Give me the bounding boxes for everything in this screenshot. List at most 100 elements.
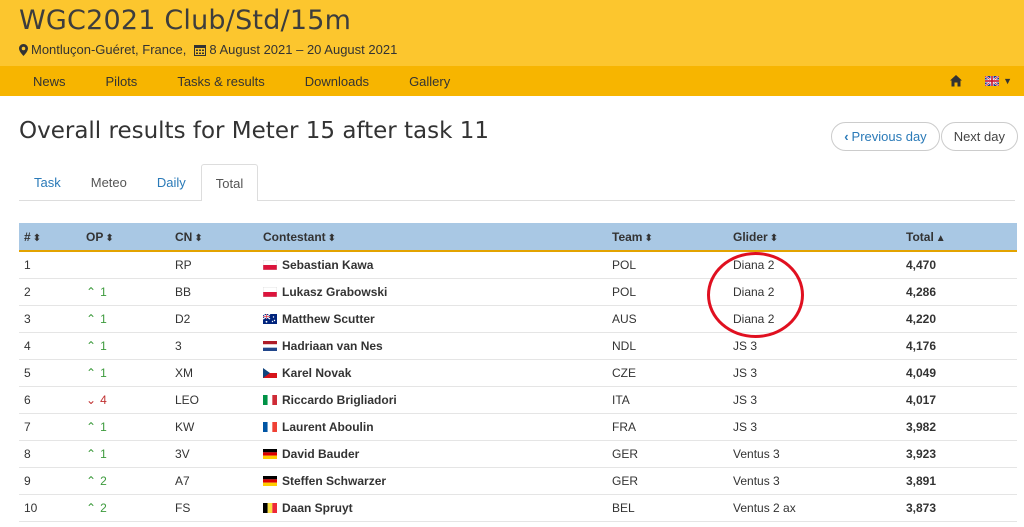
contestant-cell[interactable]: Hadriaan van Nes <box>258 332 607 359</box>
event-info: Montluçon-Guéret, France, 8 August 2021 … <box>19 42 1024 57</box>
sort-icon: ⬍ <box>327 232 337 244</box>
nav-news[interactable]: News <box>33 74 66 89</box>
total-cell: 3,873 <box>906 500 937 515</box>
next-day-button[interactable]: Next day <box>940 122 1018 151</box>
chevron-up-icon: ⌃ <box>86 473 97 488</box>
col-header-team-label: Team <box>612 229 643 244</box>
op-change: 1 <box>100 365 107 380</box>
col-header-glider-label: Glider <box>733 229 768 244</box>
col-header-rank[interactable]: # ⬍ <box>19 223 81 251</box>
page-title: Overall results for Meter 15 after task … <box>19 118 490 144</box>
tab-task[interactable]: Task <box>19 164 76 200</box>
home-icon[interactable] <box>949 74 963 88</box>
contestant-cell[interactable]: Riccardo Brigliadori <box>258 386 607 413</box>
sort-ascending-icon: ▲ <box>935 232 946 244</box>
tab-meteo[interactable]: Meteo <box>76 164 142 200</box>
uk-flag-icon[interactable] <box>985 76 1000 86</box>
nav-downloads[interactable]: Downloads <box>305 74 369 89</box>
contestant-cell[interactable]: Laurent Aboulin <box>258 413 607 440</box>
cn-cell: D2 <box>175 311 191 326</box>
contestant-name: Laurent Aboulin <box>282 419 374 434</box>
team-cell: NDL <box>612 338 637 353</box>
rank-cell: 9 <box>24 473 31 488</box>
poland-flag-icon <box>263 286 277 297</box>
site-title[interactable]: WGC2021 Club/Std/15m <box>19 0 1024 38</box>
team-cell: ITA <box>612 392 630 407</box>
site-header: WGC2021 Club/Std/15m Montluçon-Guéret, F… <box>0 0 1024 66</box>
op-change: 1 <box>100 338 107 353</box>
cn-cell: 3 <box>175 338 182 353</box>
main-navbar: News Pilots Tasks & results Downloads Ga… <box>0 66 1024 96</box>
map-marker-icon <box>19 43 28 56</box>
team-cell: POL <box>612 257 637 272</box>
contestant-cell[interactable]: David Bauder <box>258 440 607 467</box>
contestant-cell[interactable]: Daan Spruyt <box>258 494 607 521</box>
col-header-team[interactable]: Team ⬍ <box>607 223 728 251</box>
germany-flag-icon <box>263 475 277 486</box>
nav-pilots[interactable]: Pilots <box>106 74 138 89</box>
contestant-cell[interactable]: Matthew Scutter <box>258 305 607 332</box>
results-table-body: 1 RP Sebastian Kawa POL Diana 2 4,470 2 ⌃ 1 BB Luk… <box>19 251 1017 521</box>
op-cell <box>81 251 170 278</box>
previous-day-button[interactable]: ‹ Previous day <box>831 122 940 151</box>
france-flag-icon <box>263 421 277 432</box>
op-cell: ⌃ 1 <box>81 332 170 359</box>
rank-cell: 4 <box>24 338 31 353</box>
team-cell: BEL <box>612 500 635 515</box>
contestant-cell[interactable]: Lukasz Grabowski <box>258 278 607 305</box>
glider-cell: Ventus 2 ax <box>733 500 796 515</box>
germany-flag-icon <box>263 448 277 459</box>
contestant-cell[interactable]: Steffen Schwarzer <box>258 467 607 494</box>
total-cell: 4,470 <box>906 257 937 272</box>
glider-cell: Diana 2 <box>733 311 775 326</box>
nav-tasks-results[interactable]: Tasks & results <box>177 74 264 89</box>
chevron-up-icon: ⌃ <box>86 338 97 353</box>
chevron-up-icon: ⌃ <box>86 446 97 461</box>
netherlands-flag-icon <box>263 340 277 351</box>
table-row: 4 ⌃ 1 3 Hadriaan van Nes NDL JS 3 4,176 <box>19 332 1017 359</box>
rank-cell: 5 <box>24 365 31 380</box>
czech-flag-icon <box>263 367 277 378</box>
results-table: # ⬍ OP ⬍ CN ⬍ Contestant ⬍ Team ⬍ Glider ⬍ Tot… <box>19 223 1017 522</box>
total-cell: 3,923 <box>906 446 937 461</box>
chevron-up-icon: ⌃ <box>86 284 97 299</box>
contestant-cell[interactable]: Sebastian Kawa <box>258 251 607 278</box>
col-header-op[interactable]: OP ⬍ <box>81 223 170 251</box>
tab-total[interactable]: Total <box>200 164 259 201</box>
op-change: 1 <box>100 284 107 299</box>
glider-cell: Ventus 3 <box>733 446 780 461</box>
col-header-glider[interactable]: Glider ⬍ <box>728 223 901 251</box>
op-change: 4 <box>100 392 107 407</box>
table-row: 2 ⌃ 1 BB Lukasz Grabowski POL Diana 2 4,286 <box>19 278 1017 305</box>
total-cell: 3,891 <box>906 473 937 488</box>
team-cell: CZE <box>612 365 636 380</box>
table-row: 7 ⌃ 1 KW Laurent Aboulin FRA JS 3 3,982 <box>19 413 1017 440</box>
contestant-name: Hadriaan van Nes <box>282 338 383 353</box>
rank-cell: 7 <box>24 419 31 434</box>
contestant-name: Daan Spruyt <box>282 500 353 515</box>
cn-cell: XM <box>175 365 193 380</box>
italy-flag-icon <box>263 394 277 405</box>
op-cell: ⌃ 1 <box>81 359 170 386</box>
nav-gallery[interactable]: Gallery <box>409 74 450 89</box>
chevron-up-icon: ⌃ <box>86 365 97 380</box>
op-change: 1 <box>100 446 107 461</box>
calendar-icon <box>194 44 207 56</box>
glider-cell: JS 3 <box>733 365 758 380</box>
total-cell: 4,220 <box>906 311 937 326</box>
cn-cell: BB <box>175 284 192 299</box>
tab-daily[interactable]: Daily <box>142 164 201 200</box>
cn-cell: LEO <box>175 392 200 407</box>
table-row: 5 ⌃ 1 XM Karel Novak CZE JS 3 4,049 <box>19 359 1017 386</box>
language-caret-icon[interactable]: ▼ <box>1003 76 1012 86</box>
col-header-total[interactable]: Total ▲ <box>901 223 1017 251</box>
contestant-name: Lukasz Grabowski <box>282 284 388 299</box>
total-cell: 4,176 <box>906 338 937 353</box>
col-header-contestant[interactable]: Contestant ⬍ <box>258 223 607 251</box>
contestant-cell[interactable]: Karel Novak <box>258 359 607 386</box>
col-header-cn[interactable]: CN ⬍ <box>170 223 258 251</box>
event-location: Montluçon-Guéret, France, <box>31 42 187 57</box>
op-cell: ⌃ 2 <box>81 467 170 494</box>
team-cell: GER <box>612 473 639 488</box>
col-header-rank-label: # <box>24 229 31 244</box>
